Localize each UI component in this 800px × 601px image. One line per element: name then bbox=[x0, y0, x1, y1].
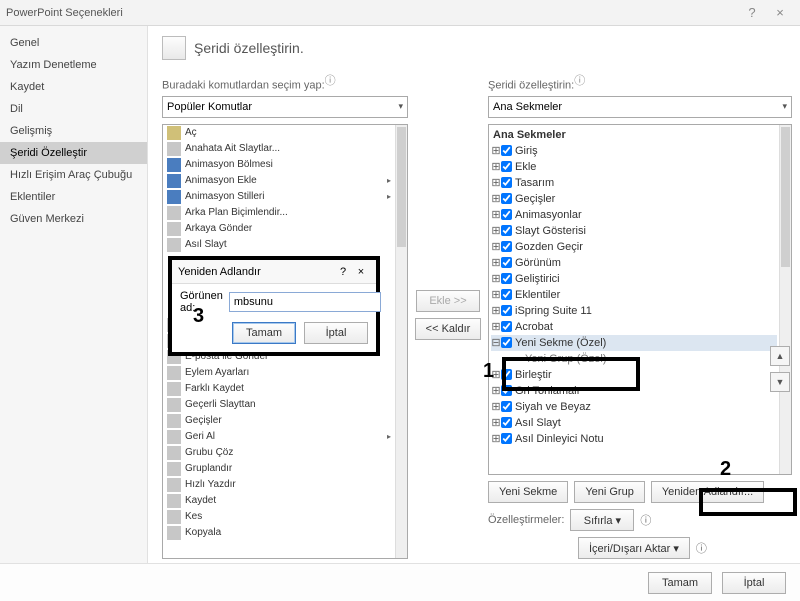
transfer-buttons: Ekle >> << Kaldır bbox=[414, 70, 482, 559]
tree-item: ⊞Acrobat bbox=[491, 319, 777, 335]
tree-item: ⊞Görünüm bbox=[491, 255, 777, 271]
scrollbar[interactable] bbox=[395, 125, 407, 558]
rename-ok-button[interactable]: Tamam bbox=[232, 322, 296, 344]
close-icon[interactable]: × bbox=[766, 5, 794, 20]
list-item: Anahata Ait Slaytlar... bbox=[163, 141, 395, 157]
list-item: Animasyon Ekle▸ bbox=[163, 173, 395, 189]
list-item: Arka Plan Biçimlendir... bbox=[163, 205, 395, 221]
help-icon[interactable]: ? bbox=[334, 266, 352, 278]
tree-item: ⊞Asıl Slayt bbox=[491, 415, 777, 431]
rename-cancel-button[interactable]: İptal bbox=[304, 322, 368, 344]
ribbon-icon bbox=[162, 36, 186, 60]
choose-commands-dropdown[interactable]: Popüler Komutlar▾ bbox=[162, 96, 408, 118]
cancel-button[interactable]: İptal bbox=[722, 572, 786, 594]
dialog-footer: Tamam İptal bbox=[0, 563, 800, 601]
list-item: Asıl Slayt bbox=[163, 237, 395, 253]
display-name-input[interactable] bbox=[229, 292, 381, 312]
sidebar-item-customize-ribbon[interactable]: Şeridi Özelleştir bbox=[0, 142, 147, 164]
list-item: Hızlı Yazdır bbox=[163, 477, 395, 493]
tree-item-new-tab: ⊟Yeni Sekme (Özel) bbox=[491, 335, 777, 351]
tree-item: ⊞Tasarım bbox=[491, 175, 777, 191]
list-item: Grubu Çöz bbox=[163, 445, 395, 461]
info-icon: ⓘ bbox=[696, 540, 707, 556]
annotation-number-1: 1 bbox=[483, 360, 494, 383]
sidebar-item-addins[interactable]: Eklentiler bbox=[0, 186, 147, 208]
rename-button[interactable]: Yeniden Adlandır... bbox=[651, 481, 764, 503]
choose-commands-label: Buradaki komutlardan seçim yap:ⓘ bbox=[162, 72, 408, 92]
tree-item: ⊞iSpring Suite 11 bbox=[491, 303, 777, 319]
list-item: Kaydet bbox=[163, 493, 395, 509]
tree-item: ⊞Animasyonlar bbox=[491, 207, 777, 223]
window-titlebar: PowerPoint Seçenekleri ? × bbox=[0, 0, 800, 26]
move-up-down: ▲ ▼ bbox=[770, 346, 790, 392]
info-icon: ⓘ bbox=[640, 512, 651, 528]
tree-item: ⊞Birleştir bbox=[491, 367, 777, 383]
list-item: Aç bbox=[163, 125, 395, 141]
rename-dialog-title: Yeniden Adlandır bbox=[178, 266, 261, 278]
tree-item: ⊞Asıl Dinleyici Notu bbox=[491, 431, 777, 447]
add-button[interactable]: Ekle >> bbox=[416, 290, 480, 312]
sidebar-item-proofing[interactable]: Yazım Denetleme bbox=[0, 54, 147, 76]
sidebar-item-trust-center[interactable]: Güven Merkezi bbox=[0, 208, 147, 230]
list-item: Animasyon Stilleri▸ bbox=[163, 189, 395, 205]
customize-ribbon-dropdown[interactable]: Ana Sekmeler▾ bbox=[488, 96, 792, 118]
scrollbar[interactable] bbox=[779, 125, 791, 474]
window-title: PowerPoint Seçenekleri bbox=[6, 7, 123, 19]
tree-item-new-group[interactable]: Yeni Grup (Özel) bbox=[491, 351, 777, 367]
sidebar-item-language[interactable]: Dil bbox=[0, 98, 147, 120]
reset-button[interactable]: Sıfırla ▾ bbox=[570, 509, 634, 531]
import-export-button[interactable]: İçeri/Dışarı Aktar ▾ bbox=[578, 537, 690, 559]
ribbon-tree[interactable]: Ana Sekmeler ⊞Giriş ⊞Ekle ⊞Tasarım ⊞Geçi… bbox=[488, 124, 792, 475]
remove-button[interactable]: << Kaldır bbox=[415, 318, 482, 340]
list-item: Animasyon Bölmesi bbox=[163, 157, 395, 173]
options-sidebar: Genel Yazım Denetleme Kaydet Dil Gelişmi… bbox=[0, 26, 148, 563]
list-item: Geçerli Slayttan bbox=[163, 397, 395, 413]
annotation-number-3: 3 bbox=[193, 305, 204, 328]
annotation-number-2: 2 bbox=[720, 458, 731, 481]
ok-button[interactable]: Tamam bbox=[648, 572, 712, 594]
list-item: Farklı Kaydet bbox=[163, 381, 395, 397]
new-group-button[interactable]: Yeni Grup bbox=[574, 481, 645, 503]
tree-header: Ana Sekmeler bbox=[491, 127, 777, 143]
tree-item: ⊞Giriş bbox=[491, 143, 777, 159]
list-item: Arkaya Gönder bbox=[163, 221, 395, 237]
tree-item: ⊞Geliştirici bbox=[491, 271, 777, 287]
tree-item: ⊞Slayt Gösterisi bbox=[491, 223, 777, 239]
chevron-down-icon: ▾ bbox=[782, 101, 787, 112]
tree-item: ⊞Siyah ve Beyaz bbox=[491, 399, 777, 415]
close-icon[interactable]: × bbox=[352, 266, 370, 278]
customize-ribbon-label: Şeridi özelleştirin:ⓘ bbox=[488, 72, 792, 92]
sidebar-item-save[interactable]: Kaydet bbox=[0, 76, 147, 98]
tree-item: ⊞Gri Tonlamalı bbox=[491, 383, 777, 399]
tree-item: ⊞Eklentiler bbox=[491, 287, 777, 303]
new-tab-button[interactable]: Yeni Sekme bbox=[488, 481, 568, 503]
customizations-label: Özelleştirmeler: bbox=[488, 514, 564, 526]
help-icon[interactable]: ? bbox=[738, 5, 766, 20]
list-item: Gruplandır bbox=[163, 461, 395, 477]
sidebar-item-general[interactable]: Genel bbox=[0, 32, 147, 54]
tree-item: ⊞Geçişler bbox=[491, 191, 777, 207]
tree-item: ⊞Ekle bbox=[491, 159, 777, 175]
list-item: Eylem Ayarları bbox=[163, 365, 395, 381]
sidebar-item-qat[interactable]: Hızlı Erişim Araç Çubuğu bbox=[0, 164, 147, 186]
chevron-down-icon: ▾ bbox=[398, 101, 403, 112]
list-item: Geçişler bbox=[163, 413, 395, 429]
move-up-button[interactable]: ▲ bbox=[770, 346, 790, 366]
tree-item: ⊞Gozden Geçir bbox=[491, 239, 777, 255]
page-heading: Şeridi özelleştirin. bbox=[194, 40, 304, 56]
list-item: Kes bbox=[163, 509, 395, 525]
move-down-button[interactable]: ▼ bbox=[770, 372, 790, 392]
sidebar-item-advanced[interactable]: Gelişmiş bbox=[0, 120, 147, 142]
list-item: Kopyala bbox=[163, 525, 395, 541]
list-item: Geri Al▸ bbox=[163, 429, 395, 445]
